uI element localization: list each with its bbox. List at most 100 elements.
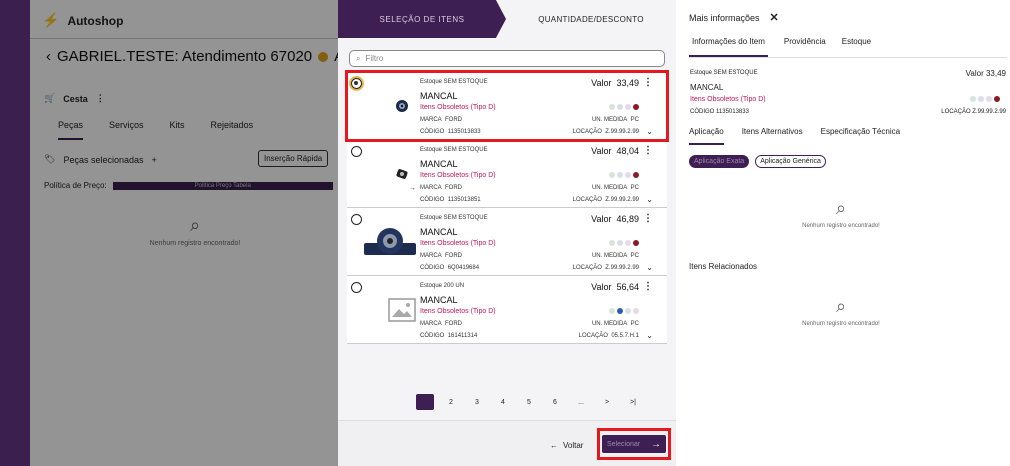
item-price: Valor 48,04 <box>591 146 639 156</box>
status-dot-icon <box>617 308 623 314</box>
status-dot-icon <box>633 104 639 110</box>
detail-group: Itens Obsoletos (Tipo D) <box>690 96 766 103</box>
selecionar-label: Selecionar <box>607 440 641 448</box>
filter-placeholder: Filtro <box>365 54 384 63</box>
tab-itens-alternativos[interactable]: Itens Alternativos <box>742 127 803 145</box>
item-unit: UN. MEDIDA PC <box>591 253 639 259</box>
detail-subtabs: Aplicação Itens Alternativos Especificaç… <box>689 127 900 145</box>
step-selecao[interactable]: SELEÇÃO DE ITENS <box>338 0 506 38</box>
relacionados-empty-state: ⌕ Nenhum registro encontrado! <box>786 296 896 327</box>
search-empty-icon: ⌕ <box>835 296 847 316</box>
part-image <box>355 222 425 262</box>
status-dot-icon <box>609 172 615 178</box>
item-code: CÓDIGO 1135013833 <box>420 129 481 135</box>
item-unit: UN. MEDIDA PC <box>591 185 639 191</box>
item-estoque: Estoque 200 UN <box>420 283 465 289</box>
item-code: CÓDIGO 1135013851 <box>420 197 481 203</box>
page-button[interactable]: 3 <box>468 394 486 410</box>
page-button[interactable]: 2 <box>442 394 460 410</box>
item-estoque: Estoque SEM ESTOQUE <box>420 79 488 85</box>
status-dot-icon <box>617 172 623 178</box>
item-location: LOCAÇÃO 05.5.7.H.1 <box>578 333 639 339</box>
status-dot-icon <box>617 240 623 246</box>
item-brand: MARCA FORD <box>420 321 463 327</box>
search-icon: ⌕ <box>356 53 361 63</box>
tab-estoque[interactable]: Estoque <box>842 37 871 57</box>
item-unit: UN. MEDIDA PC <box>591 321 639 327</box>
item-menu-icon[interactable]: ⋮ <box>643 281 653 292</box>
footer-actions: ← Voltar Selecionar → <box>338 420 676 466</box>
list-item[interactable]: → Estoque SEM ESTOQUE MANCAL Itens Obsol… <box>347 140 667 208</box>
item-unit: UN. MEDIDA PC <box>591 117 639 123</box>
item-list: Estoque SEM ESTOQUE MANCAL Itens Obsolet… <box>345 70 669 344</box>
pagination: 1 2 3 4 5 6 ... > >| <box>416 394 642 410</box>
item-menu-icon[interactable]: ⋮ <box>643 213 653 224</box>
item-radio[interactable] <box>351 282 362 293</box>
page-button[interactable]: 4 <box>494 394 512 410</box>
list-item[interactable]: Estoque SEM ESTOQUE MANCAL Itens Obsolet… <box>345 70 669 142</box>
empty-text: Nenhum registro encontrado! <box>802 321 880 327</box>
item-menu-icon[interactable]: ⋮ <box>643 77 653 88</box>
item-menu-icon[interactable]: ⋮ <box>643 145 653 156</box>
item-code: CÓDIGO 6Q0419684 <box>420 265 480 271</box>
item-name: MANCAL <box>420 295 458 305</box>
detail-name: MANCAL <box>690 83 724 92</box>
arrow-left-icon: ← <box>550 441 558 450</box>
status-dot-icon <box>633 240 639 246</box>
itens-relacionados-title: Itens Relacionados <box>689 262 758 271</box>
status-dot-icon <box>633 308 639 314</box>
tab-aplicacao[interactable]: Aplicação <box>689 127 724 145</box>
status-dot-icon <box>617 104 623 110</box>
chip-aplicacao-generica[interactable]: Aplicação Genérica <box>755 155 826 168</box>
voltar-label: Voltar <box>563 441 584 450</box>
item-group: Itens Obsoletos (Tipo D) <box>420 172 496 179</box>
last-page-button[interactable]: >| <box>624 394 642 410</box>
aplicacao-chips: Aplicação Exata Aplicação Genérica <box>689 155 826 168</box>
item-group: Itens Obsoletos (Tipo D) <box>420 104 496 111</box>
item-name: MANCAL <box>420 227 458 237</box>
page-button[interactable]: 6 <box>546 394 564 410</box>
chevron-down-icon[interactable]: ⌄ <box>646 195 653 204</box>
item-radio[interactable] <box>351 78 362 89</box>
chevron-down-icon[interactable]: ⌄ <box>646 331 653 340</box>
left-navbar <box>0 0 30 466</box>
item-status-dots <box>609 104 639 110</box>
status-dot-icon <box>609 104 615 110</box>
status-dot-icon <box>625 104 631 110</box>
item-status-dots <box>609 172 639 178</box>
close-icon[interactable]: ✕ <box>770 11 779 24</box>
status-dot-icon <box>609 240 615 246</box>
list-item[interactable]: Estoque 200 UN MANCAL Itens Obsoletos (T… <box>347 276 667 344</box>
filter-input[interactable]: ⌕ Filtro <box>349 50 665 67</box>
detail-panel: Mais informações ✕ Informações do Item P… <box>676 0 1010 466</box>
list-item[interactable]: Estoque SEM ESTOQUE MANCAL Itens Obsolet… <box>347 208 667 276</box>
aplicacao-empty-state: ⌕ Nenhum registro encontrado! <box>786 198 896 229</box>
item-status-dots <box>609 240 639 246</box>
page-button[interactable]: 1 <box>416 394 434 410</box>
item-price: Valor 46,89 <box>591 214 639 224</box>
tab-providencia[interactable]: Providência <box>784 37 826 57</box>
status-dot-icon <box>609 308 615 314</box>
arrow-right-icon: → <box>651 438 661 450</box>
page-button[interactable]: 5 <box>520 394 538 410</box>
item-name: MANCAL <box>420 91 458 101</box>
tab-informacoes[interactable]: Informações do Item <box>689 37 768 57</box>
item-brand: MARCA FORD <box>420 117 463 123</box>
chevron-down-icon[interactable]: ⌄ <box>646 263 653 272</box>
item-name: MANCAL <box>420 159 458 169</box>
item-location: LOCAÇÃO Z.99.99.2.99 <box>572 265 639 271</box>
step-quantidade[interactable]: QUANTIDADE/DESCONTO <box>506 0 676 38</box>
chevron-down-icon[interactable]: ⌄ <box>646 127 653 136</box>
tab-especificacao[interactable]: Especificação Técnica <box>821 127 900 145</box>
arrow-right-icon: → <box>409 185 416 192</box>
detail-tabs: Informações do Item Providência Estoque <box>689 37 871 57</box>
item-group: Itens Obsoletos (Tipo D) <box>420 240 496 247</box>
item-location: LOCAÇÃO Z.99.99.2.99 <box>572 197 639 203</box>
selecionar-button[interactable]: Selecionar → <box>597 428 671 460</box>
item-selection-panel: SELEÇÃO DE ITENS QUANTIDADE/DESCONTO ⌕ F… <box>338 0 676 466</box>
chip-aplicacao-exata[interactable]: Aplicação Exata <box>689 155 750 168</box>
item-estoque: Estoque SEM ESTOQUE <box>420 215 488 221</box>
next-page-button[interactable]: > <box>598 394 616 410</box>
voltar-button[interactable]: ← Voltar <box>550 441 583 450</box>
item-radio[interactable] <box>351 146 362 157</box>
